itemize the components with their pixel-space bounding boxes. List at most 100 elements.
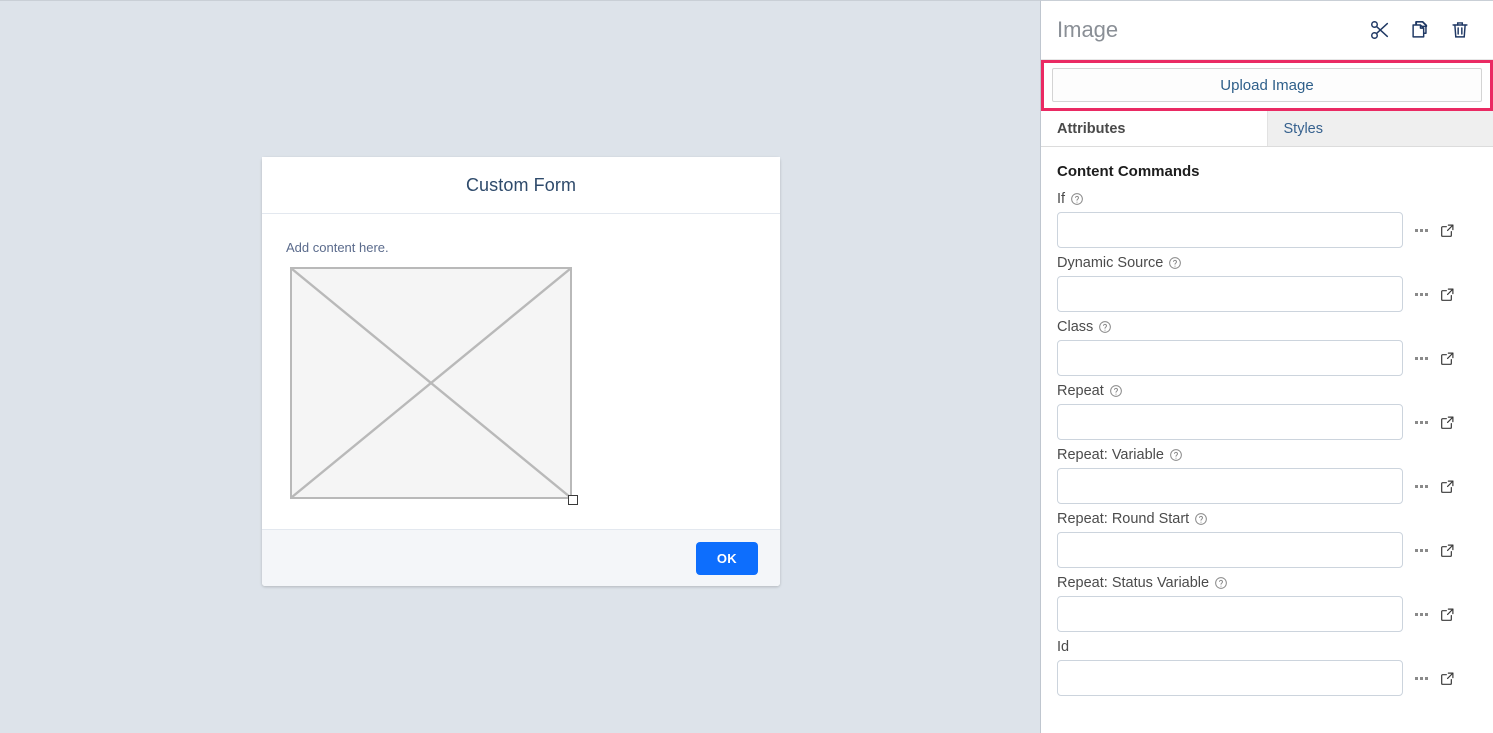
- more-options-icon[interactable]: [1415, 421, 1428, 424]
- field-row: [1057, 404, 1477, 440]
- field-icon-group: [1415, 350, 1477, 367]
- field-label: Dynamic Source: [1057, 252, 1477, 273]
- cut-button[interactable]: [1369, 19, 1391, 41]
- field-label: If: [1057, 188, 1477, 209]
- more-options-icon[interactable]: [1415, 485, 1428, 488]
- field-icon-group: [1415, 542, 1477, 559]
- help-icon[interactable]: [1070, 192, 1084, 206]
- panel-title: Image: [1057, 17, 1369, 43]
- field-row: [1057, 340, 1477, 376]
- open-external-icon[interactable]: [1439, 286, 1456, 303]
- custom-form-dialog[interactable]: Custom Form Add content here. OK: [262, 157, 780, 586]
- open-external-icon[interactable]: [1439, 670, 1456, 687]
- image-placeholder-cross-icon: [292, 269, 570, 497]
- image-placeholder[interactable]: [290, 267, 572, 499]
- properties-panel: Image: [1041, 0, 1493, 733]
- field-label: Repeat: Status Variable: [1057, 572, 1477, 593]
- help-icon[interactable]: [1214, 576, 1228, 590]
- field-label: Repeat: [1057, 380, 1477, 401]
- open-external-icon[interactable]: [1439, 542, 1456, 559]
- ok-button[interactable]: OK: [696, 542, 758, 575]
- field-icon-group: [1415, 606, 1477, 623]
- field-dynamic-source: Dynamic Source: [1041, 252, 1493, 312]
- field-row: [1057, 660, 1477, 696]
- panel-action-buttons: [1369, 19, 1471, 41]
- panel-header: Image: [1041, 1, 1493, 60]
- field-label: Class: [1057, 316, 1477, 337]
- field-icon-group: [1415, 670, 1477, 687]
- field-row: [1057, 596, 1477, 632]
- field-label: Repeat: Variable: [1057, 444, 1477, 465]
- more-options-icon[interactable]: [1415, 677, 1428, 680]
- copy-icon: [1409, 19, 1431, 41]
- field-repeat-variable: Repeat: Variable: [1041, 444, 1493, 504]
- field-input[interactable]: [1057, 212, 1403, 248]
- help-icon[interactable]: [1194, 512, 1208, 526]
- image-element[interactable]: [290, 267, 572, 499]
- field-repeat-round-start: Repeat: Round Start: [1041, 508, 1493, 568]
- field-label: Repeat: Round Start: [1057, 508, 1477, 529]
- panel-body: Content Commands If Dynamic Source Class Re…: [1041, 147, 1493, 733]
- dialog-hint-text: Add content here.: [286, 240, 756, 255]
- copy-button[interactable]: [1409, 19, 1431, 41]
- field-input[interactable]: [1057, 596, 1403, 632]
- panel-tabs: Attributes Styles: [1041, 111, 1493, 147]
- tab-attributes[interactable]: Attributes: [1041, 111, 1268, 146]
- fields-container: If Dynamic Source Class Repeat Repeat: Varia…: [1041, 188, 1493, 696]
- section-title-content-commands: Content Commands: [1041, 163, 1493, 180]
- field-icon-group: [1415, 286, 1477, 303]
- field-input[interactable]: [1057, 660, 1403, 696]
- open-external-icon[interactable]: [1439, 478, 1456, 495]
- tab-styles[interactable]: Styles: [1268, 111, 1493, 146]
- open-external-icon[interactable]: [1439, 350, 1456, 367]
- upload-image-highlight-region: Upload Image: [1041, 60, 1493, 111]
- field-input[interactable]: [1057, 340, 1403, 376]
- field-input[interactable]: [1057, 276, 1403, 312]
- open-external-icon[interactable]: [1439, 414, 1456, 431]
- field-icon-group: [1415, 478, 1477, 495]
- resize-handle[interactable]: [568, 495, 578, 505]
- field-icon-group: [1415, 414, 1477, 431]
- field-row: [1057, 276, 1477, 312]
- open-external-icon[interactable]: [1439, 222, 1456, 239]
- field-label: Id: [1057, 636, 1477, 657]
- field-input[interactable]: [1057, 468, 1403, 504]
- field-label-text: Dynamic Source: [1057, 255, 1163, 271]
- more-options-icon[interactable]: [1415, 293, 1428, 296]
- field-icon-group: [1415, 222, 1477, 239]
- app-root: Custom Form Add content here. OK: [0, 0, 1493, 733]
- dialog-footer: OK: [262, 529, 780, 586]
- help-icon[interactable]: [1169, 448, 1183, 462]
- field-if: If: [1041, 188, 1493, 248]
- trash-icon: [1449, 19, 1471, 41]
- field-label-text: Repeat: Status Variable: [1057, 575, 1209, 591]
- field-input[interactable]: [1057, 404, 1403, 440]
- more-options-icon[interactable]: [1415, 549, 1428, 552]
- more-options-icon[interactable]: [1415, 357, 1428, 360]
- field-class: Class: [1041, 316, 1493, 376]
- upload-image-button[interactable]: Upload Image: [1052, 68, 1482, 102]
- field-id: Id: [1041, 636, 1493, 696]
- field-row: [1057, 212, 1477, 248]
- cut-icon: [1369, 19, 1391, 41]
- dialog-title: Custom Form: [466, 175, 576, 196]
- help-icon[interactable]: [1109, 384, 1123, 398]
- field-input[interactable]: [1057, 532, 1403, 568]
- more-options-icon[interactable]: [1415, 229, 1428, 232]
- more-options-icon[interactable]: [1415, 613, 1428, 616]
- delete-button[interactable]: [1449, 19, 1471, 41]
- field-repeat: Repeat: [1041, 380, 1493, 440]
- field-label-text: Repeat: [1057, 383, 1104, 399]
- help-icon[interactable]: [1098, 320, 1112, 334]
- field-label-text: Repeat: Round Start: [1057, 511, 1189, 527]
- field-row: [1057, 532, 1477, 568]
- dialog-body[interactable]: Add content here.: [262, 214, 780, 529]
- field-label-text: Class: [1057, 319, 1093, 335]
- field-label-text: Id: [1057, 639, 1069, 655]
- field-repeat-status-variable: Repeat: Status Variable: [1041, 572, 1493, 632]
- open-external-icon[interactable]: [1439, 606, 1456, 623]
- design-canvas[interactable]: Custom Form Add content here. OK: [0, 0, 1041, 733]
- help-icon[interactable]: [1168, 256, 1182, 270]
- dialog-header: Custom Form: [262, 157, 780, 214]
- field-row: [1057, 468, 1477, 504]
